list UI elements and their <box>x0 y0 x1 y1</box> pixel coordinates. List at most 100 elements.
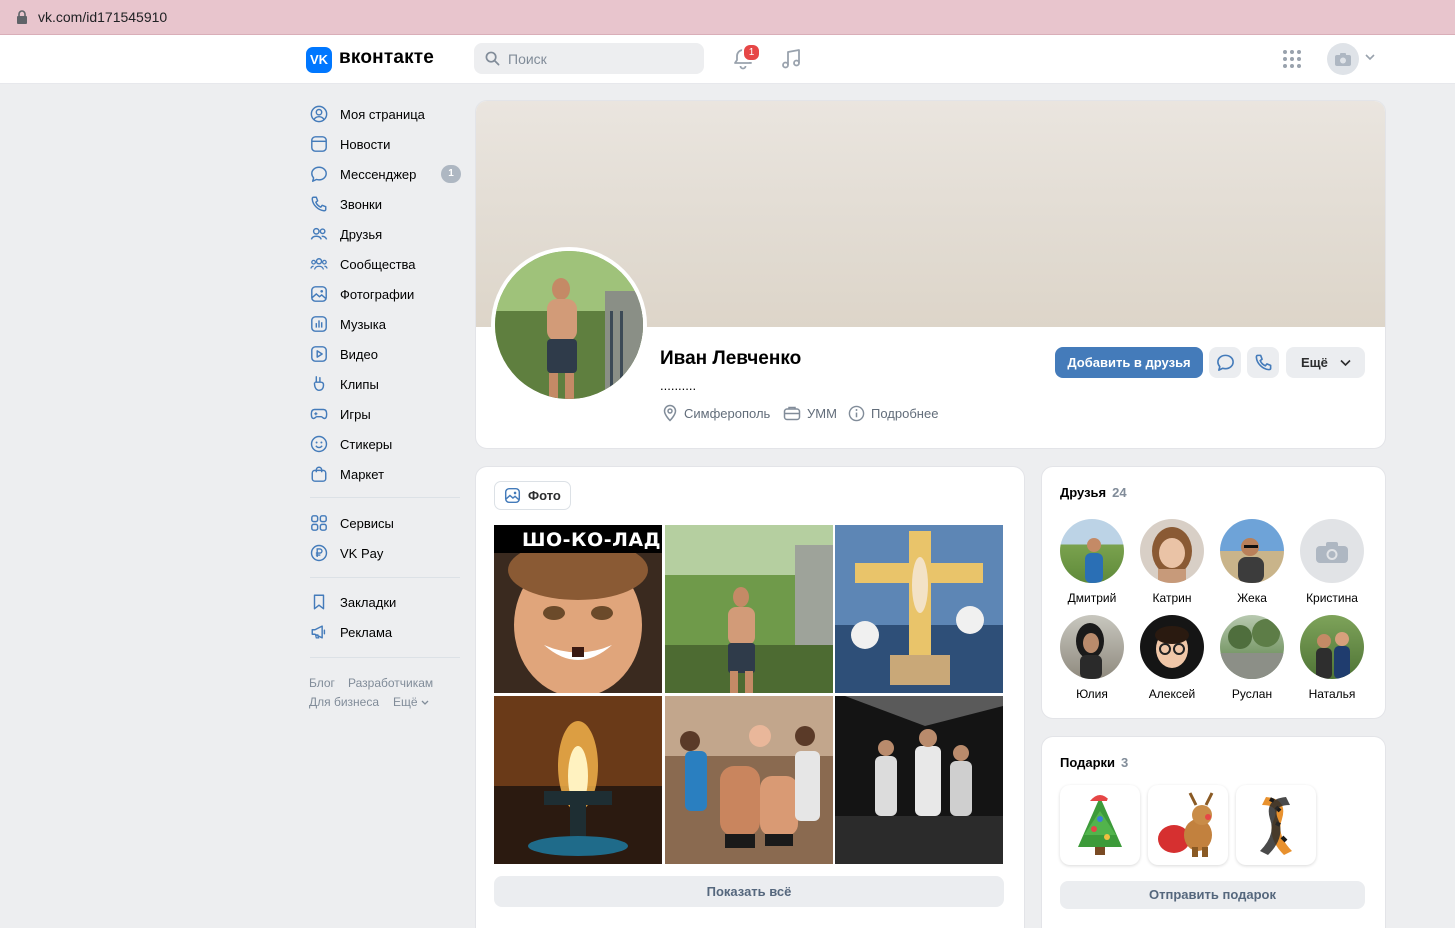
vk-logo-icon[interactable]: VK <box>306 47 332 73</box>
news-icon <box>311 136 327 152</box>
chevron-down-icon <box>421 700 429 705</box>
sidebar-item-label: Моя страница <box>340 106 425 122</box>
message-icon <box>311 166 327 182</box>
friend-name: Алексей <box>1148 687 1196 701</box>
photo-night-party <box>835 696 1003 864</box>
friend-avatar <box>1220 519 1284 583</box>
video-icon <box>311 346 327 362</box>
sidebar-item-messenger[interactable]: Мессенджер <box>310 159 462 189</box>
photo-man-garden <box>665 525 833 693</box>
music-icon[interactable] <box>779 47 803 71</box>
user-circle-icon <box>310 105 328 123</box>
search-box[interactable] <box>474 43 704 74</box>
footer-link-blog[interactable]: Блог <box>309 676 335 690</box>
call-button[interactable] <box>1247 347 1279 378</box>
footer-link-developers[interactable]: Разработчикам <box>348 676 433 690</box>
photo-thumb[interactable] <box>494 696 662 864</box>
sidebar-item-vkpay[interactable]: VK Pay <box>310 538 462 568</box>
sidebar-item-calls[interactable]: Звонки <box>310 189 462 219</box>
sidebar-item-label: Звонки <box>340 196 382 212</box>
sidebar-item-my-page[interactable]: Моя страница <box>310 99 462 129</box>
friend-name: Юлия <box>1076 687 1108 701</box>
footer-link-more[interactable]: Ещё <box>393 695 418 709</box>
add-friend-button[interactable]: Добавить в друзья <box>1055 347 1203 378</box>
sidebar-item-ads[interactable]: Реклама <box>310 617 462 647</box>
sidebar-item-news[interactable]: Новости <box>310 129 462 159</box>
search-input[interactable] <box>504 43 702 74</box>
friend-avatar <box>1140 615 1204 679</box>
gifts-header[interactable]: Подарки 3 <box>1060 755 1128 770</box>
user-avatar[interactable] <box>1327 43 1359 75</box>
sidebar-item-label: Стикеры <box>340 436 393 452</box>
browser-address-bar[interactable]: vk.com/id171545910 <box>0 0 1455 35</box>
camera-icon <box>1335 53 1351 66</box>
profile-avatar[interactable] <box>491 247 647 403</box>
sidebar-item-bookmarks[interactable]: Закладки <box>310 587 462 617</box>
footer-link-business[interactable]: Для бизнеса <box>309 695 379 709</box>
sidebar-item-clips[interactable]: Клипы <box>310 369 462 399</box>
sidebar-item-friends[interactable]: Друзья <box>310 219 462 249</box>
photo-thumb[interactable] <box>665 525 833 693</box>
games-icon <box>310 408 328 420</box>
search-icon <box>485 51 500 66</box>
avatar-photo <box>495 251 643 399</box>
friend-item[interactable]: Юлия <box>1052 615 1132 701</box>
friend-item[interactable]: Кристина <box>1292 519 1372 605</box>
sidebar-item-label: Клипы <box>340 376 379 392</box>
profile-city[interactable]: Симферополь <box>662 404 770 422</box>
profile-details[interactable]: Подробнее <box>848 404 938 422</box>
photo-caption: ШО-КО-ЛАД <box>522 529 661 551</box>
photo-thumb[interactable] <box>835 696 1003 864</box>
address-url[interactable]: vk.com/id171545910 <box>38 9 167 25</box>
ads-icon <box>311 625 326 639</box>
sidebar-item-communities[interactable]: Сообщества <box>310 249 462 279</box>
friend-item[interactable]: Катрин <box>1132 519 1212 605</box>
message-button[interactable] <box>1209 347 1241 378</box>
photo-thumb[interactable]: ШО-КО-ЛАД <box>494 525 662 693</box>
profile-work-label: УММ <box>807 405 837 421</box>
friend-item[interactable]: Дмитрий <box>1052 519 1132 605</box>
gift-item[interactable] <box>1148 785 1228 865</box>
apps-grid-icon[interactable] <box>1282 49 1302 69</box>
profile-details-label: Подробнее <box>871 405 939 421</box>
services-icon <box>311 515 327 531</box>
sidebar-item-label: Игры <box>340 406 371 422</box>
sidebar-item-label: Музыка <box>340 316 386 332</box>
friend-item[interactable]: Алексей <box>1132 615 1212 701</box>
sidebar-item-label: Видео <box>340 346 378 362</box>
sidebar-item-games[interactable]: Игры <box>310 399 462 429</box>
photo-dancing-crowd <box>665 696 833 864</box>
send-gift-button[interactable]: Отправить подарок <box>1060 881 1365 909</box>
photos-icon <box>311 286 327 302</box>
photo-thumb[interactable] <box>665 696 833 864</box>
sidebar-divider <box>310 657 460 658</box>
gift-item[interactable] <box>1236 785 1316 865</box>
profile-work[interactable]: УММ <box>783 404 837 422</box>
photo-tab[interactable]: Фото <box>494 481 571 510</box>
friends-header[interactable]: Друзья 24 <box>1060 485 1127 500</box>
friend-item[interactable]: Руслан <box>1212 615 1292 701</box>
more-button[interactable]: Ещё <box>1286 347 1365 378</box>
sidebar-item-music[interactable]: Музыка <box>310 309 462 339</box>
photo-icon-cross <box>835 525 1003 693</box>
friends-title: Друзья <box>1060 485 1107 500</box>
sidebar-item-services[interactable]: Сервисы <box>310 508 462 538</box>
friends-count: 24 <box>1112 485 1127 500</box>
sidebar-item-label: Закладки <box>340 594 397 610</box>
friend-item[interactable]: Жека <box>1212 519 1292 605</box>
sidebar-item-photos[interactable]: Фотографии <box>310 279 462 309</box>
sidebar-item-market[interactable]: Маркет <box>310 459 462 489</box>
friend-item[interactable]: Наталья <box>1292 615 1372 701</box>
sidebar-item-video[interactable]: Видео <box>310 339 462 369</box>
sidebar-item-stickers[interactable]: Стикеры <box>310 429 462 459</box>
sidebar-item-label: Сервисы <box>340 515 394 531</box>
stickers-icon <box>310 435 328 453</box>
camera-icon <box>1316 542 1348 563</box>
christmas-tree-icon <box>1078 795 1122 855</box>
show-all-photos-button[interactable]: Показать всё <box>494 876 1004 907</box>
st-george-ribbon-icon <box>1260 797 1292 855</box>
logo-text[interactable]: вконтакте <box>339 47 434 69</box>
chevron-down-icon[interactable] <box>1365 53 1375 61</box>
photo-thumb[interactable] <box>835 525 1003 693</box>
gift-item[interactable] <box>1060 785 1140 865</box>
